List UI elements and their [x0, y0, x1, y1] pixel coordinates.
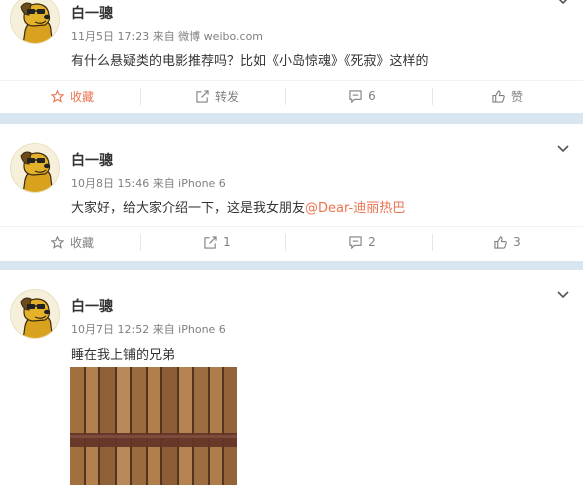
avatar-dog-icon[interactable] — [10, 289, 60, 339]
post-text: 大家好，给大家介绍一下，这是我女朋友 — [71, 201, 306, 216]
mention-link[interactable]: @Dear-迪丽热巴 — [305, 201, 405, 216]
chevron-down-icon[interactable] — [557, 288, 569, 300]
like-label: 赞 — [510, 89, 523, 104]
comment-count: 2 — [368, 235, 376, 249]
repost-label: 转发 — [214, 89, 239, 104]
repost-icon — [204, 235, 217, 249]
username[interactable]: 白一骢 — [71, 3, 113, 23]
favorite-label: 收藏 — [69, 235, 94, 250]
username[interactable]: 白一骢 — [71, 296, 113, 316]
post-meta: 11月5日 17:23 来自 微博 weibo.com — [71, 30, 264, 43]
weibo-post: 白一骢 11月5日 17:23 来自 微博 weibo.com 有什么悬疑类的电… — [0, 0, 583, 113]
comment-icon — [349, 235, 362, 249]
comment-count: 6 — [368, 89, 376, 103]
weibo-post: 白一骢 10月8日 15:46 来自 iPhone 6 大家好，给大家介绍一下，… — [0, 124, 583, 261]
like-count: 3 — [513, 235, 521, 249]
post-content: 有什么悬疑类的电影推荐吗？比如《小岛惊魂》《死寂》这样的 — [71, 54, 429, 69]
comment-button[interactable]: 2 — [290, 227, 435, 257]
favorite-button[interactable]: 收藏 — [0, 81, 145, 111]
favorite-button[interactable]: 收藏 — [0, 227, 145, 257]
star-icon — [50, 235, 64, 249]
thumbs-up-icon — [492, 89, 505, 103]
post-content: 大家好，给大家介绍一下，这是我女朋友@Dear-迪丽热巴 — [71, 197, 405, 216]
post-photo[interactable] — [70, 367, 237, 485]
chevron-down-icon[interactable] — [557, 0, 569, 6]
like-button[interactable]: 3 — [435, 227, 580, 257]
post-meta: 10月8日 15:46 来自 iPhone 6 — [71, 177, 226, 190]
like-button[interactable]: 赞 — [435, 81, 580, 111]
weibo-post: 白一骢 10月7日 12:52 来自 iPhone 6 睡在我上铺的兄弟 — [0, 270, 583, 485]
star-icon — [50, 89, 64, 103]
repost-count: 1 — [223, 235, 231, 249]
repost-button[interactable]: 1 — [145, 227, 290, 257]
chevron-down-icon[interactable] — [557, 142, 569, 154]
comment-icon — [349, 89, 362, 103]
repost-button[interactable]: 转发 — [145, 81, 290, 111]
avatar-dog-icon[interactable] — [10, 0, 60, 44]
post-content: 睡在我上铺的兄弟 — [71, 348, 176, 363]
comment-button[interactable]: 6 — [290, 81, 435, 111]
favorite-label: 收藏 — [69, 89, 94, 104]
action-bar: 收藏 1 2 3 — [0, 226, 583, 256]
avatar-dog-icon[interactable] — [10, 143, 60, 193]
thumbs-up-icon — [494, 235, 507, 249]
post-meta: 10月7日 12:52 来自 iPhone 6 — [71, 323, 226, 336]
username[interactable]: 白一骢 — [71, 150, 113, 170]
action-bar: 收藏 转发 6 赞 — [0, 80, 583, 110]
repost-icon — [196, 89, 209, 103]
